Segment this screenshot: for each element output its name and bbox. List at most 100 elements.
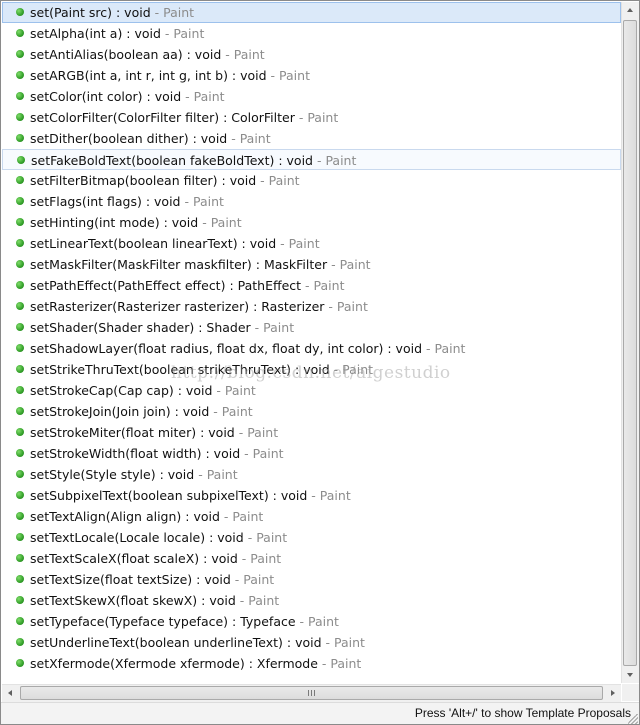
proposal-item[interactable]: setColorFilter(ColorFilter filter) : Col…: [2, 107, 621, 128]
proposal-item[interactable]: setStyle(Style style) : void - Paint: [2, 464, 621, 485]
proposal-separator: -: [194, 467, 207, 482]
proposal-signature: setColorFilter(ColorFilter filter) : Col…: [30, 110, 295, 125]
proposal-signature: setStrikeThruText(boolean strikeThruText…: [30, 362, 330, 377]
proposal-owner: Paint: [308, 614, 339, 629]
proposal-separator: -: [227, 131, 240, 146]
proposal-item[interactable]: setTextScaleX(float scaleX) : void - Pai…: [2, 548, 621, 569]
vertical-scrollbar[interactable]: [621, 2, 639, 683]
proposal-item[interactable]: setTextAlign(Align align) : void - Paint: [2, 506, 621, 527]
proposal-item[interactable]: setSubpixelText(boolean subpixelText) : …: [2, 485, 621, 506]
proposal-signature: setTextLocale(Locale locale) : void: [30, 530, 244, 545]
proposal-item[interactable]: setShadowLayer(float radius, float dx, f…: [2, 338, 621, 359]
scrollbar-corner: [622, 684, 639, 701]
proposal-signature: setStrokeCap(Cap cap) : void: [30, 383, 213, 398]
proposal-item[interactable]: setColor(int color) : void - Paint: [2, 86, 621, 107]
proposal-item[interactable]: setHinting(int mode) : void - Paint: [2, 212, 621, 233]
public-method-icon: [16, 617, 24, 625]
proposal-signature: setLinearText(boolean linearText) : void: [30, 236, 277, 251]
proposal-item[interactable]: set(Paint src) : void - Paint: [2, 2, 621, 23]
proposal-signature: setRasterizer(Rasterizer rasterizer) : R…: [30, 299, 325, 314]
proposal-signature: setHinting(int mode) : void: [30, 215, 199, 230]
proposal-item[interactable]: setDither(boolean dither) : void - Paint: [2, 128, 621, 149]
vertical-scroll-thumb[interactable]: [623, 20, 637, 666]
proposal-owner: Paint: [336, 299, 368, 314]
proposal-item[interactable]: setTextLocale(Locale locale) : void - Pa…: [2, 527, 621, 548]
proposal-item[interactable]: setXfermode(Xfermode xfermode) : Xfermod…: [2, 653, 621, 674]
proposal-list[interactable]: set(Paint src) : void - Paint setAlpha(in…: [2, 2, 621, 683]
proposal-item[interactable]: setTextSkewX(float skewX) : void - Paint: [2, 590, 621, 611]
proposal-item[interactable]: setRasterizer(Rasterizer rasterizer) : R…: [2, 296, 621, 317]
public-method-icon: [16, 8, 24, 16]
public-method-icon: [16, 323, 24, 331]
proposal-separator: -: [329, 362, 343, 377]
proposal-item[interactable]: setPathEffect(PathEffect effect) : PathE…: [2, 275, 621, 296]
proposal-item[interactable]: setAntiAlias(boolean aa) : void - Paint: [2, 44, 621, 65]
arrow-up-icon: [627, 8, 633, 12]
proposal-owner: Paint: [221, 404, 253, 419]
proposal-separator: -: [234, 425, 248, 440]
public-method-icon: [16, 218, 24, 226]
proposal-separator: -: [307, 488, 320, 503]
arrow-left-icon: [8, 690, 12, 696]
public-method-icon: [16, 92, 24, 100]
public-method-icon: [16, 197, 24, 205]
scroll-left-button[interactable]: [2, 685, 19, 702]
proposal-owner: Paint: [307, 110, 339, 125]
public-method-icon: [16, 113, 24, 121]
proposal-item[interactable]: setFilterBitmap(boolean filter) : void -…: [2, 170, 621, 191]
proposal-separator: -: [198, 215, 211, 230]
public-method-icon: [16, 638, 24, 646]
proposal-separator: -: [295, 614, 309, 629]
proposal-item[interactable]: setStrokeCap(Cap cap) : void - Paint: [2, 380, 621, 401]
proposal-item[interactable]: setARGB(int a, int r, int g, int b) : vo…: [2, 65, 621, 86]
proposal-separator: -: [266, 68, 280, 83]
proposal-item[interactable]: setUnderlineText(boolean underlineText) …: [2, 632, 621, 653]
proposal-item[interactable]: setTypeface(Typeface typeface) : Typefac…: [2, 611, 621, 632]
scroll-down-button[interactable]: [622, 666, 639, 683]
proposal-item[interactable]: setTextSize(float textSize) : void - Pai…: [2, 569, 621, 590]
proposal-item[interactable]: setFakeBoldText(boolean fakeBoldText) : …: [2, 149, 621, 170]
proposal-signature: set(Paint src) : void: [30, 5, 151, 20]
proposal-owner: Paint: [334, 635, 365, 650]
proposal-item[interactable]: setStrokeMiter(float miter) : void - Pai…: [2, 422, 621, 443]
public-method-icon: [16, 407, 24, 415]
proposal-separator: -: [422, 341, 435, 356]
proposal-item[interactable]: setStrikeThruText(boolean strikeThruText…: [2, 359, 621, 380]
public-method-icon: [16, 176, 24, 184]
proposal-owner: Paint: [256, 530, 288, 545]
proposal-owner: Paint: [248, 593, 280, 608]
proposal-owner: Paint: [233, 47, 265, 62]
scroll-right-button[interactable]: [604, 685, 621, 702]
proposal-signature: setPathEffect(PathEffect effect) : PathE…: [30, 278, 302, 293]
horizontal-scroll-thumb[interactable]: [20, 686, 603, 700]
proposal-separator: -: [327, 257, 340, 272]
proposal-separator: -: [250, 320, 264, 335]
proposal-owner: Paint: [193, 89, 225, 104]
public-method-icon: [16, 449, 24, 457]
content-assist-popup: set(Paint src) : void - Paint setAlpha(in…: [0, 0, 640, 725]
proposal-separator: -: [321, 635, 335, 650]
horizontal-scrollbar[interactable]: [2, 684, 621, 702]
proposal-item[interactable]: setShader(Shader shader) : Shader - Pain…: [2, 317, 621, 338]
proposal-owner: Paint: [313, 278, 345, 293]
public-method-icon: [16, 281, 24, 289]
proposal-signature: setFilterBitmap(boolean filter) : void: [30, 173, 257, 188]
proposal-item[interactable]: setStrokeWidth(float width) : void - Pai…: [2, 443, 621, 464]
proposal-item[interactable]: setStrokeJoin(Join join) : void - Paint: [2, 401, 621, 422]
proposal-signature: setFlags(int flags) : void: [30, 194, 181, 209]
proposal-item[interactable]: setMaskFilter(MaskFilter maskfilter) : M…: [2, 254, 621, 275]
proposal-owner: Paint: [342, 362, 374, 377]
proposal-item[interactable]: setLinearText(boolean linearText) : void…: [2, 233, 621, 254]
scroll-up-button[interactable]: [622, 2, 639, 19]
proposal-owner: Paint: [325, 153, 357, 168]
proposal-item[interactable]: setAlpha(int a) : void - Paint: [2, 23, 621, 44]
public-method-icon: [16, 239, 24, 247]
proposal-separator: -: [150, 5, 164, 20]
public-method-icon: [16, 344, 24, 352]
proposal-item[interactable]: setFlags(int flags) : void - Paint: [2, 191, 621, 212]
public-method-icon: [16, 491, 24, 499]
proposal-separator: -: [317, 656, 331, 671]
proposal-owner: Paint: [239, 131, 271, 146]
proposal-separator: -: [221, 47, 234, 62]
resize-grip-icon[interactable]: [628, 714, 638, 724]
